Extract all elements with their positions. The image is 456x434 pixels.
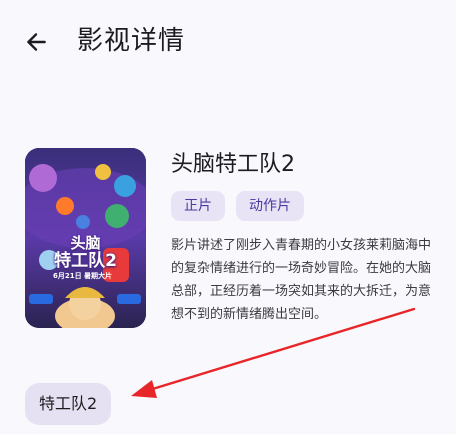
back-button[interactable] [14,20,58,64]
tag-genre[interactable]: 动作片 [236,191,304,221]
page-title: 影视详情 [77,26,186,56]
movie-title: 头脑特工队2 [171,152,295,177]
suggestion-chip[interactable]: 特工队2 [25,383,112,425]
arrow-left-icon [27,33,46,51]
app-bar: 影视详情 [0,0,456,84]
tag-type[interactable]: 正片 [171,191,225,221]
poster-title-line2: 特工队2 [54,251,117,271]
movie-synopsis: 影片讲述了刚步入青春期的小女孩莱莉脑海中的复杂情绪进行的一场奇妙冒险。在她的大脑… [171,238,432,322]
poster-date: 6月21日 暑期大片 [53,272,113,280]
poster-title: 头脑 特工队2 [25,234,146,270]
poster-title-line1: 头脑 [70,234,101,252]
movie-poster[interactable]: 头脑 特工队2 6月21日 暑期大片 [25,148,146,328]
movie-card[interactable]: 头脑 特工队2 6月21日 暑期大片 头脑特工队2 正片 动作片 影片讲述了刚步… [0,140,456,340]
tag-list: 正片 动作片 [171,191,304,221]
